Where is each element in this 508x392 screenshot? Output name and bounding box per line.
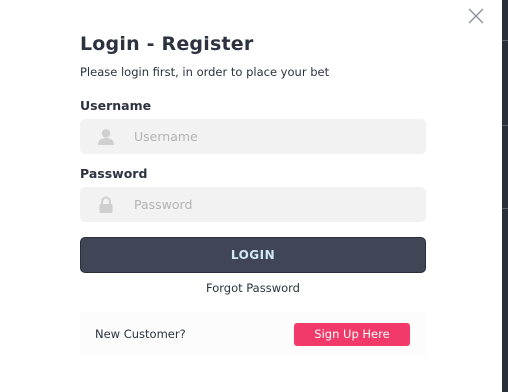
background-edge [502,0,508,392]
close-icon [468,8,484,24]
username-label: Username [80,98,152,113]
modal-subtitle: Please login first, in order to place yo… [80,65,330,79]
password-input[interactable] [134,187,414,222]
new-customer-text: New Customer? [95,327,186,341]
password-label: Password [80,166,148,181]
login-register-modal: Login - Register Please login first, in … [0,0,502,392]
username-input[interactable] [134,119,414,154]
modal-title: Login - Register [80,33,254,55]
signup-button[interactable]: Sign Up Here [294,323,410,346]
user-icon [96,127,116,147]
forgot-password-link[interactable]: Forgot Password [80,281,426,295]
username-field [80,119,426,154]
password-field [80,187,426,222]
login-button[interactable]: LOGIN [80,237,426,273]
page: Login - Register Please login first, in … [0,0,508,392]
signup-section: New Customer? Sign Up Here [80,312,426,356]
lock-icon [96,195,116,215]
close-button[interactable] [466,6,486,26]
